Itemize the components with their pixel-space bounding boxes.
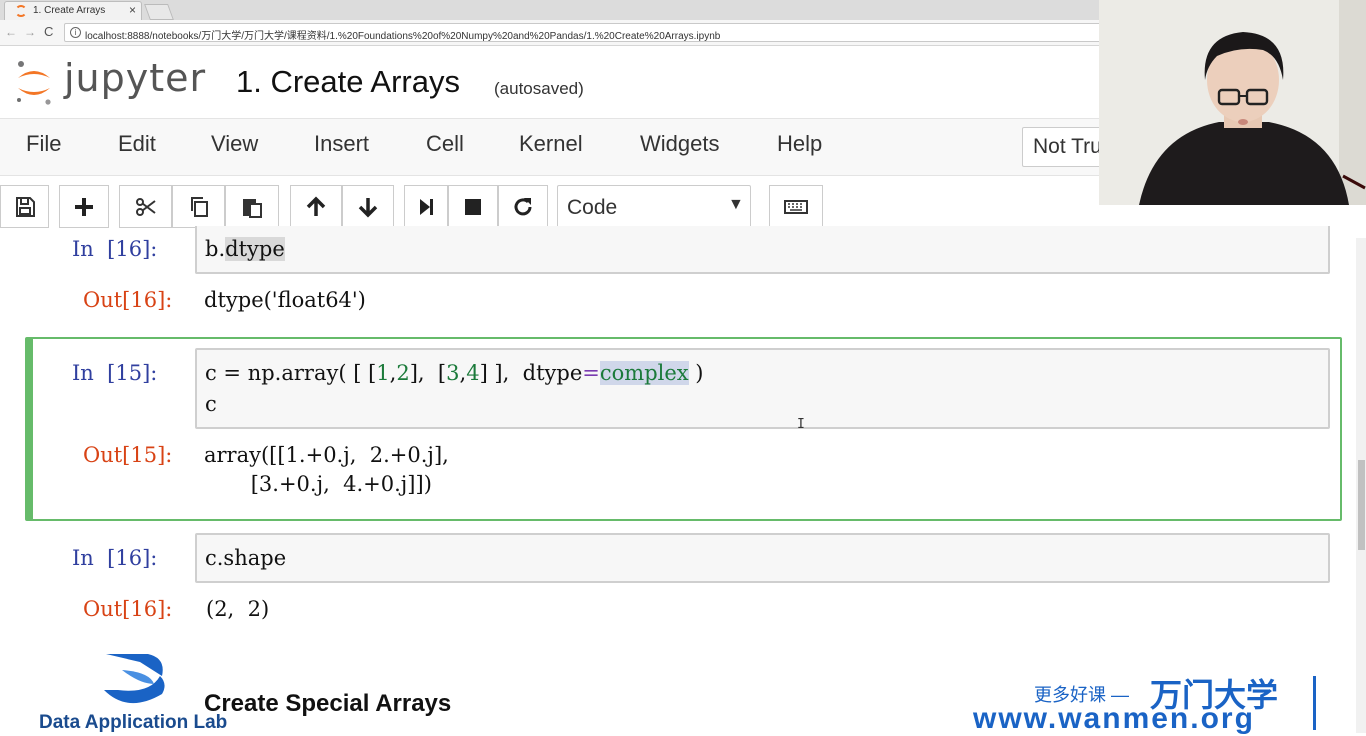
forward-icon[interactable]: → xyxy=(24,25,36,39)
menu-cell[interactable]: Cell xyxy=(426,131,464,157)
menu-edit[interactable]: Edit xyxy=(118,131,156,157)
code-keyword-selected: complex xyxy=(599,361,689,385)
paste-icon xyxy=(243,198,262,218)
code-token: ], [ xyxy=(409,361,447,385)
text-cursor-icon: I xyxy=(797,417,805,432)
restart-button[interactable] xyxy=(498,185,548,228)
stop-icon xyxy=(465,198,481,215)
jupyter-logo-text[interactable]: jupyter xyxy=(64,56,206,100)
close-tab-icon[interactable]: × xyxy=(129,3,136,17)
code-operator: = xyxy=(582,361,600,385)
cell-out-prompt: Out[15]: xyxy=(83,443,173,467)
cell-type-select[interactable]: Code ▼ xyxy=(557,185,751,228)
code-token-highlight: dtype xyxy=(225,237,285,261)
code-line: b.dtype xyxy=(205,237,285,261)
menu-help[interactable]: Help xyxy=(777,131,822,157)
menu-insert[interactable]: Insert xyxy=(314,131,369,157)
url-text: localhost:8888/notebooks/万门大学/万门大学/课程资料/… xyxy=(85,31,721,42)
cell-output-line: array([[1.+0.j, 2.+0.j], xyxy=(204,443,449,467)
jupyter-favicon-icon xyxy=(15,5,27,17)
autosave-status: (autosaved) xyxy=(494,79,584,98)
move-up-button[interactable] xyxy=(290,185,342,228)
code-token: b. xyxy=(205,237,226,261)
command-palette-button[interactable] xyxy=(769,185,823,228)
code-input-area[interactable] xyxy=(195,533,1330,583)
interrupt-button[interactable] xyxy=(448,185,498,228)
cell-in-prompt: In [16]: xyxy=(72,546,158,570)
code-input-area[interactable] xyxy=(195,226,1330,274)
reload-icon[interactable]: C xyxy=(44,24,53,39)
webcam-presenter-image xyxy=(1099,0,1366,205)
cell-type-value: Code xyxy=(567,196,618,219)
cell-output: dtype('float64') xyxy=(204,288,366,312)
arrow-down-icon xyxy=(358,197,378,217)
notebook-title[interactable]: 1. Create Arrays xyxy=(236,64,460,100)
save-button[interactable] xyxy=(0,185,49,228)
menu-kernel[interactable]: Kernel xyxy=(519,131,583,157)
code-number: 4 xyxy=(466,361,480,385)
cell-output-line: [3.+0.j, 4.+0.j]]) xyxy=(204,472,432,496)
new-tab-button[interactable] xyxy=(144,4,174,20)
cell-in-prompt: In [15]: xyxy=(72,361,158,385)
watermark-url: www.wanmen.org xyxy=(973,702,1255,735)
code-line: c = np.array( [ [1,2], [3,4] ], dtype=co… xyxy=(205,361,704,385)
code-line: c.shape xyxy=(205,546,287,570)
cell-output: (2, 2) xyxy=(206,597,270,621)
cut-button[interactable] xyxy=(119,185,172,228)
copy-icon xyxy=(190,196,208,217)
code-number: 3 xyxy=(446,361,460,385)
data-application-lab-text: Data Application Lab xyxy=(39,712,228,733)
menu-widgets[interactable]: Widgets xyxy=(640,131,719,157)
code-number: 2 xyxy=(396,361,410,385)
chevron-down-icon: ▼ xyxy=(728,196,744,213)
cell-out-prompt: Out[16]: xyxy=(83,288,173,312)
data-application-lab-logo-icon xyxy=(104,654,165,704)
code-token: c = np.array( [ [ xyxy=(205,361,377,385)
cell-out-prompt: Out[16]: xyxy=(83,597,173,621)
move-down-button[interactable] xyxy=(342,185,394,228)
jupyter-logo-icon[interactable] xyxy=(14,58,54,106)
insert-cell-button[interactable] xyxy=(59,185,109,228)
code-line: c xyxy=(205,392,217,416)
back-icon[interactable]: ← xyxy=(5,25,17,39)
paste-button[interactable] xyxy=(225,185,279,228)
save-icon xyxy=(15,196,35,217)
info-icon[interactable]: i xyxy=(70,27,81,38)
markdown-heading: Create Special Arrays xyxy=(204,690,452,717)
browser-tab[interactable]: 1. Create Arrays × xyxy=(4,1,142,20)
browser-tab-title: 1. Create Arrays xyxy=(33,5,106,16)
cell-in-prompt: In [16]: xyxy=(72,237,158,261)
scrollbar-thumb[interactable] xyxy=(1358,460,1365,550)
code-token: ] ], dtype xyxy=(479,361,583,385)
menu-file[interactable]: File xyxy=(26,131,61,157)
keyboard-icon xyxy=(784,199,808,214)
copy-button[interactable] xyxy=(172,185,225,228)
url-input[interactable]: i localhost:8888/notebooks/万门大学/万门大学/课程资… xyxy=(64,23,1104,42)
code-number: 1 xyxy=(376,361,390,385)
plus-icon xyxy=(75,197,93,216)
menu-view[interactable]: View xyxy=(211,131,258,157)
scissors-icon xyxy=(135,197,156,216)
code-token: ) xyxy=(688,361,704,385)
restart-icon xyxy=(514,197,532,215)
watermark-divider xyxy=(1313,676,1316,730)
step-forward-icon xyxy=(420,198,433,215)
arrow-up-icon xyxy=(306,196,326,216)
run-button[interactable] xyxy=(404,185,448,228)
